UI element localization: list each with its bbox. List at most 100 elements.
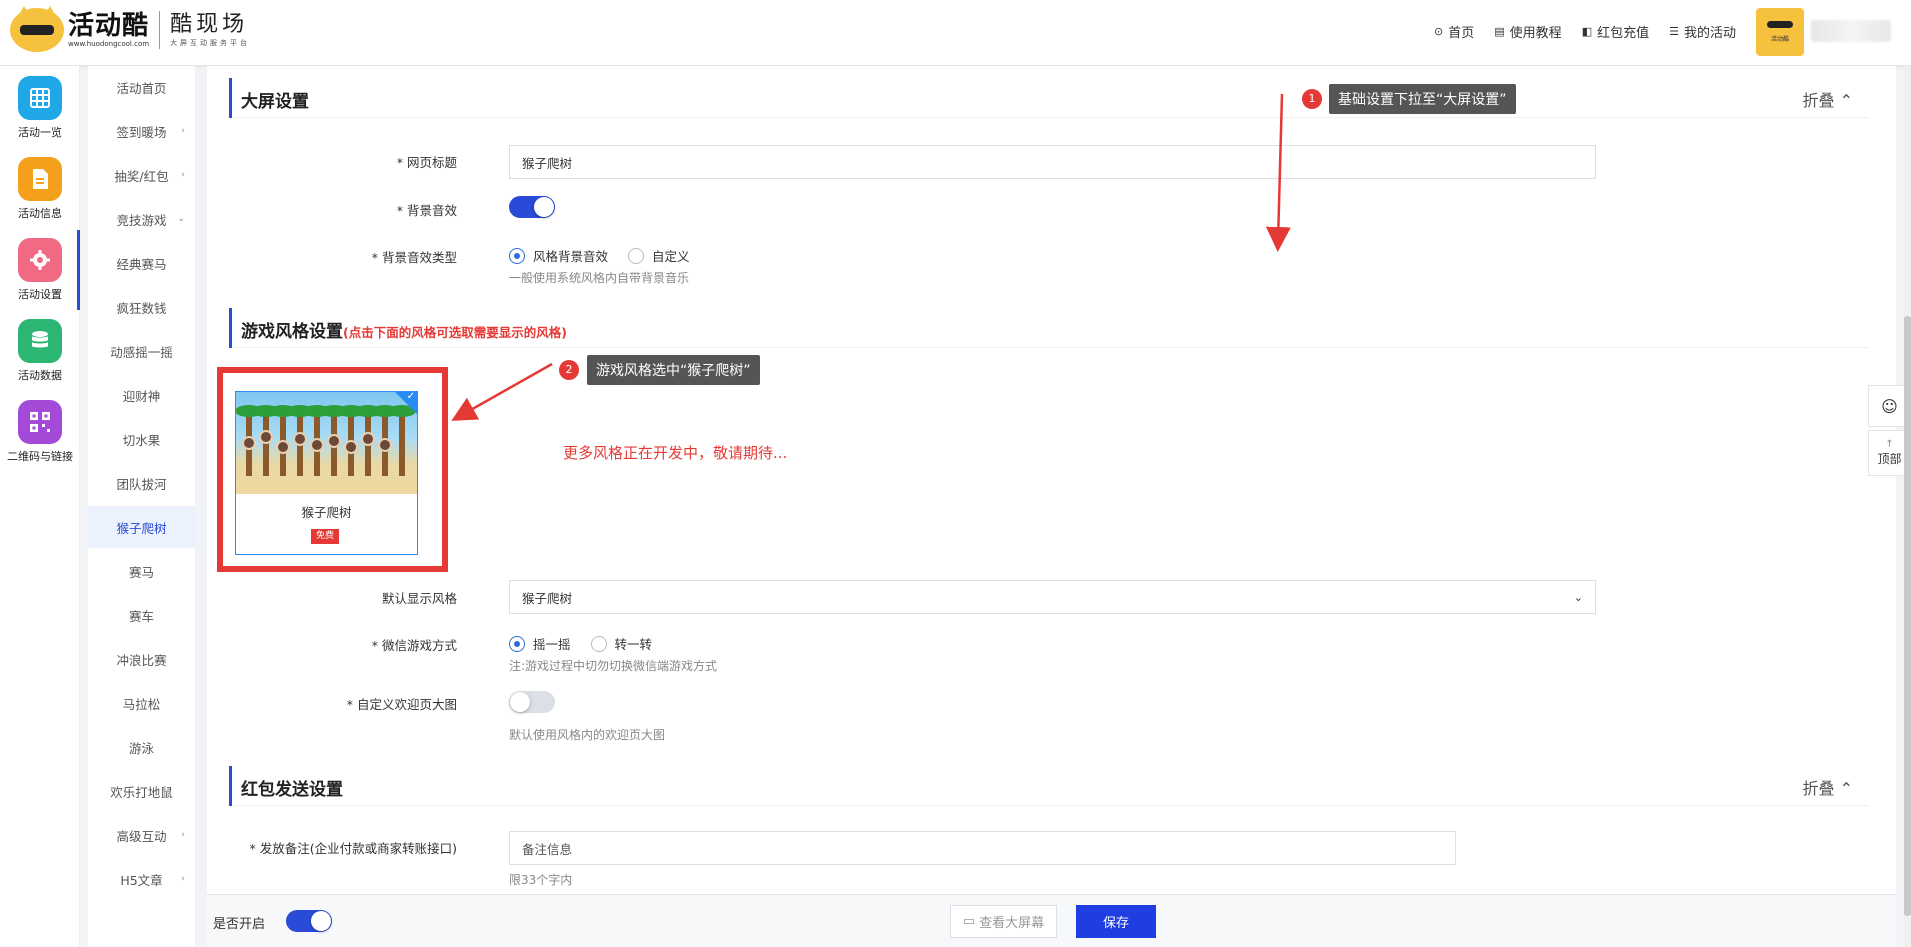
list-icon: ☰ xyxy=(1669,25,1679,38)
submenu-item-horse[interactable]: 赛马 xyxy=(88,550,195,592)
submenu-item-home[interactable]: 活动首页 xyxy=(88,66,195,108)
book-icon: ▤ xyxy=(1494,25,1505,38)
submenu-item-whack[interactable]: 欢乐打地鼠 xyxy=(88,770,195,812)
section-note: (点击下面的风格可选取需要显示的风格) xyxy=(343,325,567,340)
page-title-input[interactable]: 猴子爬树 xyxy=(509,145,1596,179)
default-style-select[interactable]: 猴子爬树 ⌄ xyxy=(509,580,1596,614)
top-nav: ⊙ 首页 ▤ 使用教程 ◧ 红包充值 ☰ 我的活动 xyxy=(1434,22,1736,41)
submenu-item-tug[interactable]: 团队拔河 xyxy=(88,462,195,504)
label-page-title: * 网页标题 xyxy=(396,155,457,170)
more-styles-notice: 更多风格正在开发中，敬请期待... xyxy=(563,444,788,462)
section-title-text: 游戏风格设置 xyxy=(241,322,343,342)
label-default-style: 默认显示风格 xyxy=(381,591,457,606)
submenu-item-car[interactable]: 赛车 xyxy=(88,594,195,636)
radio-shake[interactable]: 摇一摇 xyxy=(509,634,571,653)
label-bg-sound-type: * 背景音效类型 xyxy=(371,250,457,265)
rail-item-settings[interactable]: 活动设置 xyxy=(0,238,80,302)
radio-style-sound[interactable]: 风格背景音效 xyxy=(509,246,608,265)
chevron-down-icon: ⌄ xyxy=(1573,590,1583,604)
tip-number-1: 1 xyxy=(1302,89,1322,109)
submenu-label: 欢乐打地鼠 xyxy=(110,784,173,800)
bottom-bar: 是否开启 ▭ 查看大屏幕 保存 xyxy=(207,894,1896,947)
logo-url-text: www.huodongcool.com xyxy=(68,39,150,48)
chevron-down-icon: ⌄ xyxy=(177,214,185,224)
style-card-monkey[interactable]: ✓ 猴子爬树 免费 xyxy=(235,391,418,555)
submenu-item-count-money[interactable]: 疯狂数钱 xyxy=(88,286,195,328)
nav-home-label: 首页 xyxy=(1448,26,1475,41)
section-header-screen: 大屏设置 折叠 ⌃ xyxy=(229,78,1869,118)
radio-custom-sound[interactable]: 自定义 xyxy=(628,246,690,265)
chevron-right-icon: › xyxy=(181,830,185,840)
toggle-knob xyxy=(311,911,331,931)
submenu-item-games[interactable]: 竞技游戏 ⌄ xyxy=(88,198,195,240)
submenu-label: 猴子爬树 xyxy=(116,520,167,536)
recharge-icon: ◧ xyxy=(1581,25,1593,38)
scroll-thumb[interactable] xyxy=(1904,316,1911,916)
submenu-label: H5文章 xyxy=(120,872,163,888)
submenu-item-marathon[interactable]: 马拉松 xyxy=(88,682,195,724)
free-badge: 免费 xyxy=(311,529,340,544)
submenu-item-swim[interactable]: 游泳 xyxy=(88,726,195,768)
radio-spin[interactable]: 转一转 xyxy=(590,634,653,653)
label-bg-sound: * 背景音效 xyxy=(396,203,457,218)
logo[interactable]: 活动酷 www.huodongcool.com 酷现场 大屏互动服务平台 xyxy=(10,6,251,52)
rail-item-data[interactable]: 活动数据 xyxy=(0,319,80,383)
nav-recharge[interactable]: ◧ 红包充值 xyxy=(1582,22,1649,41)
logo-sub-text: 酷现场 xyxy=(170,12,249,37)
preview-screen-button[interactable]: ▭ 查看大屏幕 xyxy=(950,905,1057,938)
radio-unchecked-icon xyxy=(628,247,645,264)
nav-my-activities-label: 我的活动 xyxy=(1683,26,1736,41)
submenu-item-monkey-climb[interactable]: 猴子爬树 xyxy=(88,506,195,548)
rail-item-qrcode[interactable]: 二维码与链接 xyxy=(0,400,80,464)
label-remark: * 发放备注(企业付款或商家转账接口) xyxy=(249,841,457,856)
select-value: 猴子爬树 xyxy=(522,590,573,606)
rail-item-info[interactable]: 活动信息 xyxy=(0,157,80,221)
page-scrollbar[interactable] xyxy=(1904,66,1911,947)
submenu-item-classic-horse[interactable]: 经典赛马 xyxy=(88,242,195,284)
rail-label-info: 活动信息 xyxy=(18,207,62,220)
submenu-label: 抽奖/红包 xyxy=(114,168,169,184)
save-button[interactable]: 保存 xyxy=(1076,905,1156,938)
tip-2: 游戏风格选中“猴子爬树” xyxy=(587,355,760,385)
nav-home[interactable]: ⊙ 首页 xyxy=(1434,22,1474,41)
submenu-item-fruit[interactable]: 切水果 xyxy=(88,418,195,460)
help-bg-sound-type: 一般使用系统风格内自带背景音乐 xyxy=(509,271,690,285)
submenu-item-advanced[interactable]: 高级互动 › xyxy=(88,814,195,856)
rail-active-indicator xyxy=(77,230,80,310)
welcome-image-toggle[interactable] xyxy=(509,691,555,713)
username-blurred[interactable] xyxy=(1811,20,1891,42)
nav-my-activities[interactable]: ☰ 我的活动 xyxy=(1669,22,1736,41)
remark-input[interactable]: 备注信息 xyxy=(509,831,1456,865)
section-bar xyxy=(229,766,232,806)
radio-label: 转一转 xyxy=(614,637,653,652)
submenu-item-h5[interactable]: H5文章 › xyxy=(88,858,195,900)
submenu-item-checkin[interactable]: 签到暖场 › xyxy=(88,110,195,152)
section-title-screen: 大屏设置 xyxy=(241,92,309,112)
rail-item-overview[interactable]: 活动一览 xyxy=(0,76,80,140)
nav-tutorial[interactable]: ▤ 使用教程 xyxy=(1494,22,1561,41)
submenu-item-surf[interactable]: 冲浪比赛 xyxy=(88,638,195,680)
top-bar: 活动酷 www.huodongcool.com 酷现场 大屏互动服务平台 ⊙ 首页… xyxy=(0,0,1911,66)
submenu-item-fortune[interactable]: 迎财神 xyxy=(88,374,195,416)
chevron-right-icon: › xyxy=(181,170,185,180)
preview-button-label: 查看大屏幕 xyxy=(979,916,1045,931)
avatar[interactable]: 活动酷 xyxy=(1756,8,1804,56)
submenu-item-lottery[interactable]: 抽奖/红包 › xyxy=(88,154,195,196)
fold-button-screen[interactable]: 折叠 ⌃ xyxy=(1803,87,1854,111)
logo-main-text: 活动酷 xyxy=(68,10,150,41)
enable-toggle[interactable] xyxy=(286,910,332,932)
help-remark: 限33个字内 xyxy=(509,873,573,887)
arrow-up-icon: ↑ xyxy=(1885,439,1894,450)
logo-tagline: 大屏互动服务平台 xyxy=(170,39,251,47)
label-welcome-image: * 自定义欢迎页大图 xyxy=(346,697,457,712)
rail-label-overview: 活动一览 xyxy=(18,126,62,139)
help-wechat-mode: 注:游戏过程中切勿切换微信端游戏方式 xyxy=(509,659,718,673)
submenu-label: 赛马 xyxy=(128,564,154,580)
bg-sound-toggle[interactable] xyxy=(509,196,555,218)
submenu-item-shake[interactable]: 动感摇一摇 xyxy=(88,330,195,372)
radio-label: 自定义 xyxy=(652,249,690,264)
chevron-right-icon: › xyxy=(181,874,185,884)
document-icon xyxy=(18,157,62,201)
radio-label: 摇一摇 xyxy=(533,637,571,652)
fold-button-redpacket[interactable]: 折叠 ⌃ xyxy=(1803,775,1854,799)
